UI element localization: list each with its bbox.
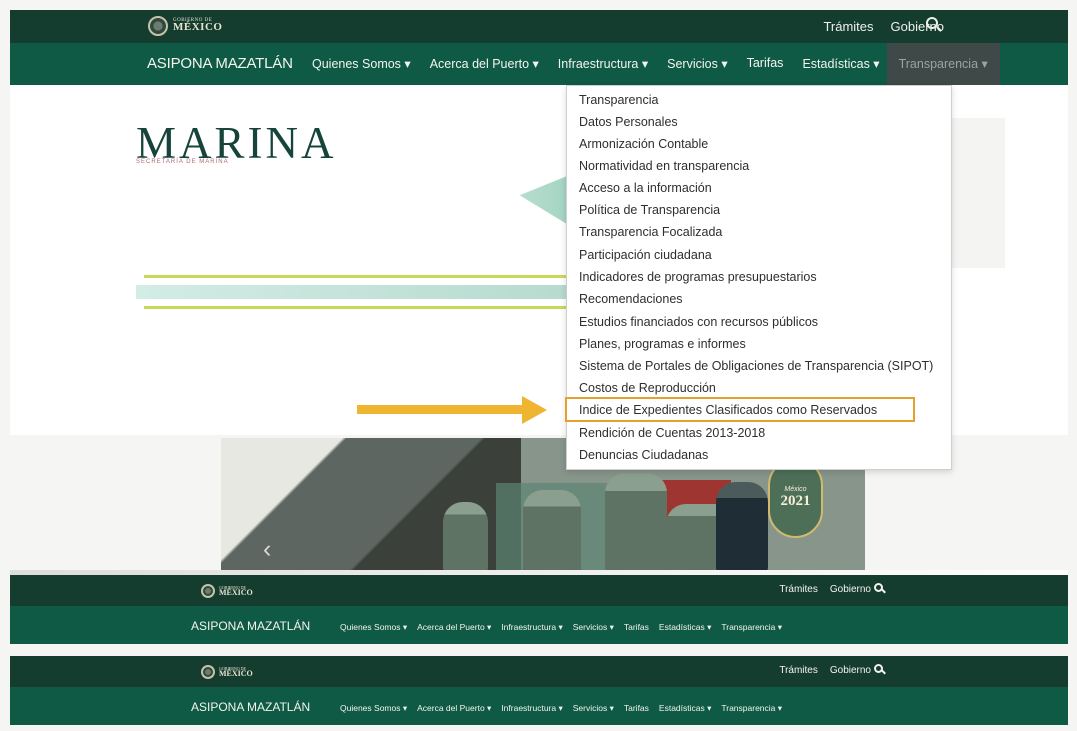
- nav-menu: Quienes Somos ▾ Acerca del Puerto ▾ Infr…: [312, 43, 1000, 85]
- repeat-nav-estadisticas-1[interactable]: Estadísticas ▾: [659, 622, 711, 633]
- dropdown-item-costos-reproduccion[interactable]: Costos de Reproducción: [579, 381, 716, 395]
- dropdown-item-denuncias-ciudadanas[interactable]: Denuncias Ciudadanas: [579, 448, 708, 462]
- decorative-yellow-line: [144, 306, 577, 309]
- page-screenshot: GOBIERNO DE MÉXICO Trámites Gobierno ASI…: [0, 0, 1077, 731]
- nav-tarifas[interactable]: Tarifas: [747, 56, 784, 85]
- nav-estadisticas[interactable]: Estadísticas ▾: [802, 56, 879, 85]
- repeat-gobierno-link-2[interactable]: Gobierno: [830, 665, 871, 676]
- mexico-seal-icon: [201, 665, 215, 679]
- repeat-tramites-link-2[interactable]: Trámites: [779, 665, 818, 676]
- repeat-nav-acerca-puerto-1[interactable]: Acerca del Puerto ▾: [417, 622, 491, 633]
- decorative-green-band: [136, 285, 581, 299]
- dropdown-item-datos-personales[interactable]: Datos Personales: [579, 115, 678, 129]
- badge-year: 2021: [780, 493, 811, 509]
- repeat-nav-tarifas-1[interactable]: Tarifas: [624, 622, 649, 633]
- dropdown-item-estudios-financiados[interactable]: Estudios financiados con recursos públic…: [579, 315, 818, 329]
- repeat-main-nav-1: ASIPONA MAZATLÁN Quienes Somos ▾ Acerca …: [10, 606, 1068, 644]
- repeat-nav-acerca-puerto-2[interactable]: Acerca del Puerto ▾: [417, 703, 491, 714]
- mexico-2021-badge: México 2021: [768, 458, 823, 538]
- brand-title[interactable]: ASIPONA MAZATLÁN: [147, 55, 293, 72]
- marina-subtitle: SECRETARÍA DE MARINA: [136, 159, 229, 165]
- dropdown-item-transparencia[interactable]: Transparencia: [579, 93, 658, 107]
- nav-servicios[interactable]: Servicios ▾: [667, 56, 727, 85]
- gov-header: GOBIERNO DE MÉXICO Trámites Gobierno: [10, 10, 1068, 43]
- repeat-gobierno-mexico-logo-1[interactable]: GOBIERNO DE MÉXICO: [201, 584, 253, 598]
- repeat-nav-tarifas-2[interactable]: Tarifas: [624, 703, 649, 714]
- nav-acerca-puerto[interactable]: Acerca del Puerto ▾: [430, 56, 539, 85]
- nav-quienes-somos[interactable]: Quienes Somos ▾: [312, 56, 411, 85]
- repeat-nav-quienes-somos-2[interactable]: Quienes Somos ▾: [340, 703, 407, 714]
- main-navigation: ASIPONA MAZATLÁN Quienes Somos ▾ Acerca …: [10, 43, 1068, 85]
- repeat-nav-transparencia-1[interactable]: Transparencia ▾: [721, 622, 782, 633]
- repeat-brand-title-1[interactable]: ASIPONA MAZATLÁN: [191, 619, 310, 633]
- repeat-nav-infraestructura-1[interactable]: Infraestructura ▾: [501, 622, 562, 633]
- dropdown-item-politica-transparencia[interactable]: Política de Transparencia: [579, 203, 720, 217]
- repeat-brand-title-2[interactable]: ASIPONA MAZATLÁN: [191, 700, 310, 714]
- repeat-gobierno-link-1[interactable]: Gobierno: [830, 584, 871, 595]
- highlight-box: [565, 397, 915, 422]
- repeat-nav-estadisticas-2[interactable]: Estadísticas ▾: [659, 703, 711, 714]
- mexico-seal-icon: [148, 16, 168, 36]
- search-icon[interactable]: [926, 17, 938, 29]
- mexico-seal-icon: [201, 584, 215, 598]
- chevron-left-icon[interactable]: ‹: [263, 537, 271, 562]
- dropdown-item-normatividad[interactable]: Normatividad en transparencia: [579, 159, 749, 173]
- dropdown-item-acceso-informacion[interactable]: Acceso a la información: [579, 181, 712, 195]
- nav-infraestructura[interactable]: Infraestructura ▾: [558, 56, 648, 85]
- repeat-gobierno-mexico-logo-2[interactable]: GOBIERNO DE MÉXICO: [201, 665, 253, 679]
- repeat-nav-quienes-somos-1[interactable]: Quienes Somos ▾: [340, 622, 407, 633]
- gov-logo-big: MÉXICO: [173, 21, 223, 34]
- search-icon[interactable]: [874, 664, 883, 673]
- repeat-tramites-link-1[interactable]: Trámites: [779, 584, 818, 595]
- tramites-link[interactable]: Trámites: [823, 19, 873, 34]
- dropdown-item-participacion-ciudadana[interactable]: Participación ciudadana: [579, 248, 712, 262]
- dropdown-item-indicadores[interactable]: Indicadores de programas presupuestarios: [579, 270, 817, 284]
- dropdown-item-recomendaciones[interactable]: Recomendaciones: [579, 292, 683, 306]
- dropdown-item-sipot[interactable]: Sistema de Portales de Obligaciones de T…: [579, 359, 933, 373]
- dropdown-item-rendicion-cuentas[interactable]: Rendición de Cuentas 2013-2018: [579, 426, 765, 440]
- repeat-nav-infraestructura-2[interactable]: Infraestructura ▾: [501, 703, 562, 714]
- search-icon[interactable]: [874, 583, 883, 592]
- nav-transparencia[interactable]: Transparencia ▾: [886, 43, 1000, 85]
- repeat-nav-servicios-2[interactable]: Servicios ▾: [573, 703, 614, 714]
- dropdown-item-armonizacion-contable[interactable]: Armonización Contable: [579, 137, 708, 151]
- dropdown-item-planes-programas[interactable]: Planes, programas e informes: [579, 337, 746, 351]
- repeat-gov-header-2: GOBIERNO DE MÉXICO Trámites Gobierno: [10, 656, 1068, 687]
- gobierno-mexico-logo[interactable]: GOBIERNO DE MÉXICO: [148, 16, 222, 36]
- badge-country: México: [784, 486, 807, 493]
- orange-arrow-icon: [357, 396, 547, 424]
- repeat-nav-transparencia-2[interactable]: Transparencia ▾: [721, 703, 782, 714]
- dropdown-item-transparencia-focalizada[interactable]: Transparencia Focalizada: [579, 225, 722, 239]
- repeat-gov-header-1: GOBIERNO DE MÉXICO Trámites Gobierno: [10, 575, 1068, 606]
- repeat-main-nav-2: ASIPONA MAZATLÁN Quienes Somos ▾ Acerca …: [10, 687, 1068, 725]
- repeat-nav-servicios-1[interactable]: Servicios ▾: [573, 622, 614, 633]
- decorative-yellow-line: [144, 275, 577, 278]
